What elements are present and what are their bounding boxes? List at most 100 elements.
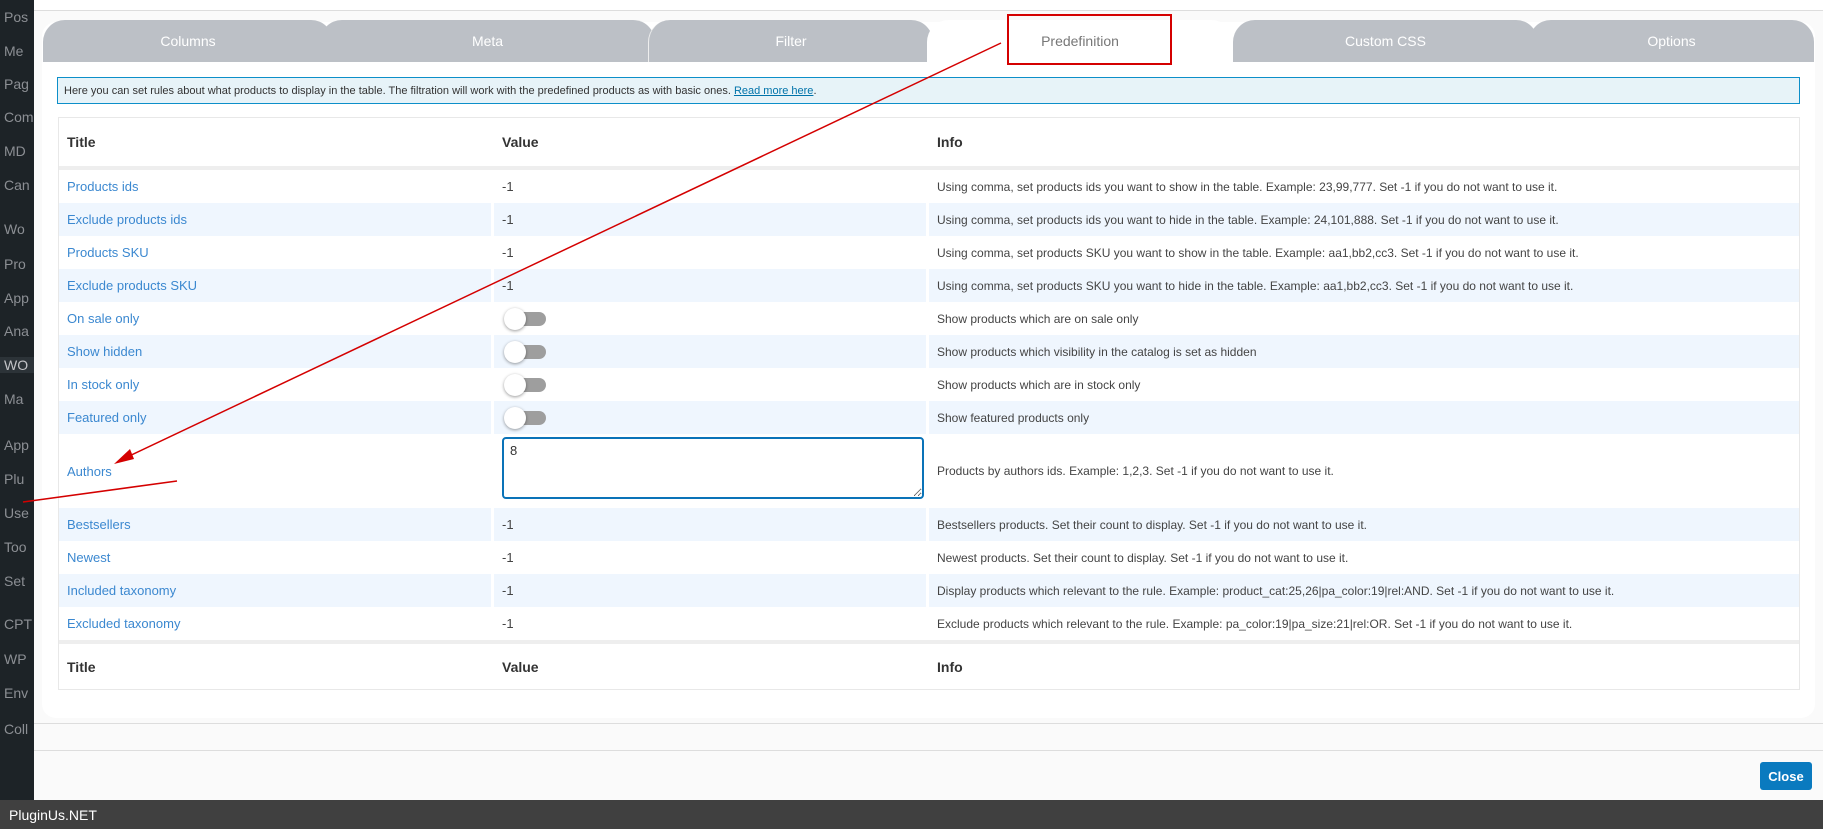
option-title-link[interactable]: Included taxonomy (67, 583, 176, 598)
sidebar-item[interactable]: WO (0, 357, 34, 373)
info-text: Using comma, set products SKU you want t… (937, 278, 1574, 293)
sidebar-item[interactable]: Plu (4, 471, 24, 487)
tab-columns[interactable]: Columns (43, 20, 333, 62)
notice-end: . (813, 85, 817, 97)
sidebar-item[interactable]: Pos (4, 9, 28, 25)
option-title-link[interactable]: Products SKU (67, 245, 149, 260)
column-header-info: Info (929, 118, 1799, 166)
column-header-value: Value (494, 644, 926, 689)
watermark-footer: PluginUs.NET (0, 800, 1823, 829)
sidebar-item[interactable]: WP (4, 651, 27, 667)
value-cell: -1 (494, 508, 926, 541)
info-text: Products by authors ids. Example: 1,2,3.… (937, 464, 1334, 478)
info-cell: Using comma, set products SKU you want t… (929, 236, 1799, 269)
sidebar-item[interactable]: Pro (4, 256, 26, 272)
value-text[interactable]: -1 (502, 517, 514, 532)
sidebar-item[interactable]: Ma (4, 391, 23, 407)
notice-text: Here you can set rules about what produc… (64, 85, 734, 97)
value-text[interactable]: -1 (502, 212, 514, 227)
table-row: Included taxonomy -1 Display products whic… (59, 574, 1799, 607)
value-cell (494, 401, 926, 434)
sidebar-item[interactable]: Wo (4, 221, 25, 237)
info-cell: Exclude products which relevant to the r… (929, 607, 1799, 640)
title-cell: Exclude products SKU (59, 269, 491, 302)
table-row: Products SKU -1 Using comma, set products … (59, 236, 1799, 269)
sidebar-item[interactable]: Env (4, 685, 28, 701)
toggle-switch[interactable] (504, 340, 546, 363)
sidebar-item[interactable]: MD (4, 143, 26, 159)
table-row: Excluded taxonomy -1 Exclude products whic… (59, 607, 1799, 640)
option-title-link[interactable]: Authors (67, 464, 112, 479)
value-cell (494, 302, 926, 335)
info-cell: Show products which visibility in the ca… (929, 335, 1799, 368)
value-text[interactable]: -1 (502, 616, 514, 631)
authors-input[interactable]: 8 (502, 437, 924, 499)
column-header-title: Title (59, 644, 491, 689)
info-text: Show products which are on sale only (937, 311, 1139, 326)
option-title-link[interactable]: Bestsellers (67, 517, 131, 532)
tab-meta[interactable]: Meta (320, 20, 655, 62)
value-cell (494, 368, 926, 401)
value-cell: -1 (494, 574, 926, 607)
read-more-link[interactable]: Read more here (734, 85, 814, 97)
title-cell: Show hidden (59, 335, 491, 368)
option-title-link[interactable]: Newest (67, 550, 110, 565)
table-row: Authors 8 Products by authors ids. Example… (59, 434, 1799, 508)
value-cell: -1 (494, 607, 926, 640)
tab-options[interactable]: Options (1529, 20, 1814, 62)
option-title-link[interactable]: Exclude products ids (67, 212, 187, 227)
sidebar-item[interactable]: Coll (4, 721, 28, 737)
sidebar-item[interactable]: CPT (4, 616, 32, 632)
info-text: Show products which visibility in the ca… (937, 344, 1257, 359)
value-text[interactable]: -1 (502, 245, 514, 260)
value-text[interactable]: -1 (502, 179, 514, 194)
value-text[interactable]: -1 (502, 550, 514, 565)
sidebar-item[interactable]: Set (4, 573, 25, 589)
sidebar-item[interactable]: App (4, 290, 29, 306)
option-title-link[interactable]: Excluded taxonomy (67, 616, 180, 631)
info-cell: Using comma, set products ids you want t… (929, 170, 1799, 203)
option-title-link[interactable]: Show hidden (67, 344, 142, 359)
tab-custom-css[interactable]: Custom CSS (1233, 20, 1538, 62)
sidebar-item[interactable]: Too (4, 539, 27, 555)
table-row: On sale only Show products which are on s… (59, 302, 1799, 335)
tab-filter[interactable]: Filter (648, 20, 933, 62)
sidebar-item[interactable]: Com (4, 109, 34, 125)
table-row: Show hidden Show products which visibilit… (59, 335, 1799, 368)
predefinition-table: Title Value Info Products ids -1 Using comma,… (58, 117, 1800, 690)
value-text[interactable]: -1 (502, 583, 514, 598)
option-title-link[interactable]: Products ids (67, 179, 139, 194)
sidebar-item[interactable]: Use (4, 505, 29, 521)
close-button[interactable]: Close (1760, 762, 1812, 790)
divider (34, 750, 1823, 751)
value-cell: -1 (494, 170, 926, 203)
toggle-switch[interactable] (504, 307, 546, 330)
info-text: Display products which relevant to the r… (937, 583, 1615, 598)
option-title-link[interactable]: On sale only (67, 311, 139, 326)
option-title-link[interactable]: Exclude products SKU (67, 278, 197, 293)
value-cell: -1 (494, 203, 926, 236)
table-row: Newest -1 Newest products. Set their count… (59, 541, 1799, 574)
sidebar-item[interactable]: Can (4, 177, 30, 193)
info-text: Bestsellers products. Set their count to… (937, 517, 1368, 532)
table-header-row: Title Value Info (59, 118, 1799, 170)
value-cell: 8 (494, 434, 926, 508)
annotation-highlight-box (1007, 14, 1172, 65)
sidebar-item[interactable]: Ana (4, 323, 29, 339)
toggle-switch[interactable] (504, 373, 546, 396)
toggle-switch[interactable] (504, 406, 546, 429)
sidebar-item[interactable]: Me (4, 43, 23, 59)
value-text[interactable]: -1 (502, 278, 514, 293)
sidebar-item[interactable]: Pag (4, 76, 29, 92)
title-cell: Products SKU (59, 236, 491, 269)
option-title-link[interactable]: Featured only (67, 410, 147, 425)
table-footer-row: Title Value Info (59, 640, 1799, 689)
info-cell: Newest products. Set their count to disp… (929, 541, 1799, 574)
info-text: Using comma, set products ids you want t… (937, 179, 1558, 194)
info-notice: Here you can set rules about what produc… (57, 77, 1800, 104)
info-text: Newest products. Set their count to disp… (937, 550, 1349, 565)
title-cell: Exclude products ids (59, 203, 491, 236)
table-row: Exclude products ids -1 Using comma, set p… (59, 203, 1799, 236)
option-title-link[interactable]: In stock only (67, 377, 139, 392)
sidebar-item[interactable]: App (4, 437, 29, 453)
